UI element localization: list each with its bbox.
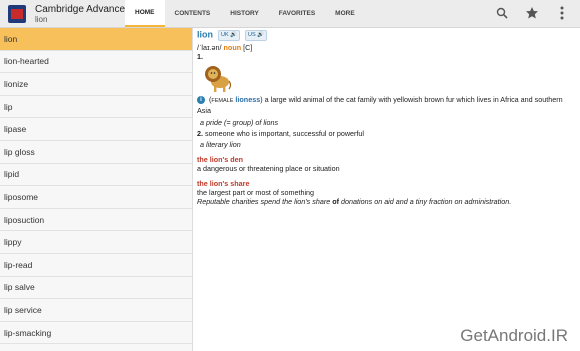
list-item[interactable]: lipase — [0, 118, 192, 141]
current-word-subtitle: lion — [35, 15, 48, 24]
list-item[interactable]: lippy — [0, 231, 192, 254]
example-2: a literary lion — [200, 140, 241, 149]
part-of-speech: noun — [223, 43, 242, 52]
list-item[interactable]: lip salve — [0, 277, 192, 300]
phrase-example: Reputable charities spend the lion's sha… — [197, 197, 576, 206]
tab-favorites[interactable]: FAVORITES — [269, 0, 325, 27]
headword-line: lion UK 🔊 US 🔊 — [197, 30, 576, 41]
sense-2: 2. someone who is important, successful … — [197, 129, 576, 138]
search-icon[interactable] — [492, 3, 512, 23]
uk-label: UK — [221, 32, 229, 38]
tab-history[interactable]: HISTORY — [220, 0, 269, 27]
info-icon[interactable]: i — [197, 96, 205, 105]
us-label: US — [248, 32, 256, 38]
list-item[interactable]: lion — [0, 28, 192, 51]
list-item[interactable]: liposuction — [0, 209, 192, 232]
list-item[interactable]: lip gloss — [0, 141, 192, 164]
grammar-code: [C] — [243, 43, 253, 52]
sense-number: 2. — [197, 129, 203, 138]
paren-close: ) — [260, 95, 263, 104]
list-item[interactable]: lip service — [0, 299, 192, 322]
list-item[interactable]: liposome — [0, 186, 192, 209]
more-vert-icon[interactable] — [552, 3, 572, 23]
lion-illustration — [203, 63, 232, 93]
watermark: GetAndroid.IR — [460, 326, 568, 345]
example-1: a pride (= group) of lions — [200, 118, 279, 127]
entry-panel: lion UK 🔊 US 🔊 /ˈlaɪ.ən/ noun [C] 1. i (… — [193, 28, 580, 351]
alt-form-word[interactable]: lioness — [235, 95, 260, 104]
phrase-definition: the largest part or most of something — [197, 188, 315, 197]
definition-1: i (FEMALE lioness) a large wild animal o… — [197, 95, 576, 115]
top-app-bar: Cambridge Advanced lion HOME CONTENTS HI… — [0, 0, 580, 28]
phrase-definition: a dangerous or threatening place or situ… — [197, 164, 340, 173]
speaker-icon: 🔊 — [257, 32, 265, 38]
word-list: lion lion-hearted lionize lip lipase lip… — [0, 28, 193, 351]
us-audio-button[interactable]: US 🔊 — [245, 30, 268, 41]
example-part: Reputable charities spend the lion's sha… — [197, 197, 333, 206]
speaker-icon: 🔊 — [230, 32, 238, 38]
alt-form-label: FEMALE — [211, 98, 234, 104]
uk-audio-button[interactable]: UK 🔊 — [218, 30, 241, 41]
example-collocation: of — [332, 197, 340, 206]
action-icons — [492, 3, 572, 23]
list-item[interactable]: lionize — [0, 73, 192, 96]
tab-more[interactable]: MORE — [325, 0, 365, 27]
list-item[interactable]: lip — [0, 96, 192, 119]
app-logo-icon[interactable] — [8, 5, 26, 23]
pronunciation: /ˈlaɪ.ən/ — [197, 43, 222, 52]
example-part: donations on aid and a tiny fraction on … — [339, 197, 512, 206]
tab-home[interactable]: HOME — [125, 0, 165, 27]
list-item[interactable]: lip-smacking — [0, 322, 192, 345]
pronunciation-line: /ˈlaɪ.ən/ noun [C] — [197, 43, 576, 52]
sense-number: 1. — [197, 52, 203, 61]
phrase-heading[interactable]: the lion's den — [197, 155, 576, 164]
star-icon[interactable] — [522, 3, 542, 23]
app-title: Cambridge Advanced — [35, 4, 131, 15]
list-item[interactable]: lip-read — [0, 254, 192, 277]
list-item[interactable]: lion-hearted — [0, 51, 192, 74]
main-tabs: HOME CONTENTS HISTORY FAVORITES MORE — [125, 0, 365, 27]
list-item[interactable]: lipid — [0, 164, 192, 187]
phrase-heading[interactable]: the lion's share — [197, 179, 576, 188]
definition-text: someone who is important, successful or … — [205, 129, 364, 138]
tab-contents[interactable]: CONTENTS — [165, 0, 221, 27]
headword: lion — [197, 29, 213, 40]
